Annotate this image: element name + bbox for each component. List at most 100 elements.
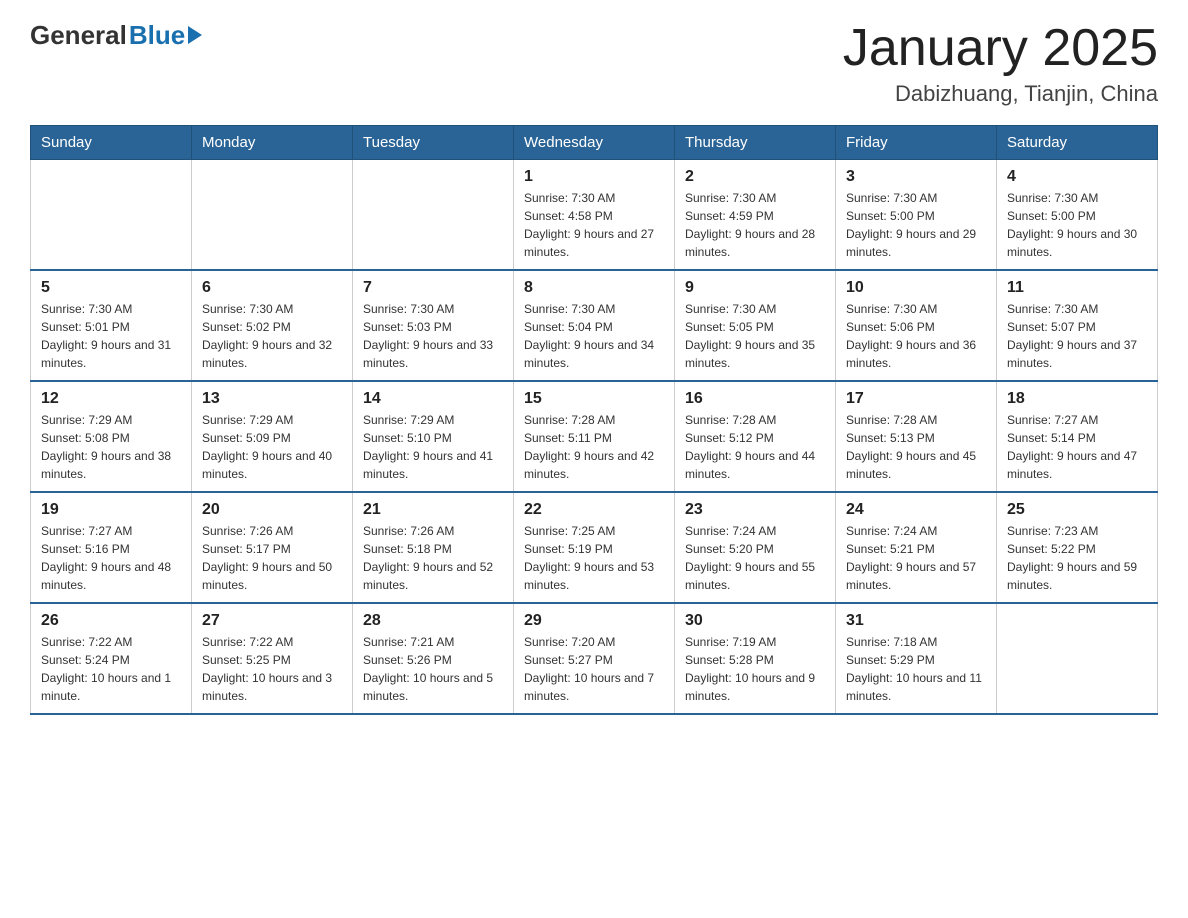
calendar-cell: 20 Sunrise: 7:26 AMSunset: 5:17 PMDayligh… bbox=[192, 492, 353, 603]
day-info: Sunrise: 7:29 AMSunset: 5:09 PMDaylight:… bbox=[202, 411, 342, 483]
header-day-tuesday: Tuesday bbox=[353, 126, 514, 160]
calendar-cell: 26 Sunrise: 7:22 AMSunset: 5:24 PMDayligh… bbox=[31, 603, 192, 714]
day-info: Sunrise: 7:30 AMSunset: 5:05 PMDaylight:… bbox=[685, 300, 825, 372]
day-number: 22 bbox=[524, 501, 664, 519]
calendar-cell: 14Sunrise: 7:29 AMSunset: 5:10 PMDayligh… bbox=[353, 381, 514, 492]
header-day-friday: Friday bbox=[836, 126, 997, 160]
day-number: 13 bbox=[202, 390, 342, 408]
day-number: 4 bbox=[1007, 168, 1147, 186]
calendar-cell bbox=[31, 160, 192, 271]
calendar-cell bbox=[353, 160, 514, 271]
day-info: Sunrise: 7:22 AMSunset: 5:24 PMDaylight:… bbox=[41, 633, 181, 705]
logo: General Blue bbox=[30, 20, 202, 51]
day-info: Sunrise: 7:29 AMSunset: 5:10 PMDaylight:… bbox=[363, 411, 503, 483]
day-number: 2 bbox=[685, 168, 825, 186]
day-number: 30 bbox=[685, 612, 825, 630]
day-info: Sunrise: 7:26 AMSunset: 5:17 PMDaylight:… bbox=[202, 522, 342, 594]
calendar-cell: 16 Sunrise: 7:28 AMSunset: 5:12 PMDayligh… bbox=[675, 381, 836, 492]
day-number: 16 bbox=[685, 390, 825, 408]
month-title: January 2025 bbox=[843, 20, 1158, 77]
week-row-0: 1Sunrise: 7:30 AMSunset: 4:58 PMDaylight… bbox=[31, 160, 1158, 271]
day-number: 24 bbox=[846, 501, 986, 519]
day-info: Sunrise: 7:23 AMSunset: 5:22 PMDaylight:… bbox=[1007, 522, 1147, 594]
calendar-cell: 18 Sunrise: 7:27 AMSunset: 5:14 PMDayligh… bbox=[997, 381, 1158, 492]
calendar-body: 1Sunrise: 7:30 AMSunset: 4:58 PMDaylight… bbox=[31, 160, 1158, 715]
day-info: Sunrise: 7:27 AMSunset: 5:14 PMDaylight:… bbox=[1007, 411, 1147, 483]
calendar-cell: 31Sunrise: 7:18 AMSunset: 5:29 PMDayligh… bbox=[836, 603, 997, 714]
header-day-monday: Monday bbox=[192, 126, 353, 160]
calendar-cell: 15 Sunrise: 7:28 AMSunset: 5:11 PMDayligh… bbox=[514, 381, 675, 492]
day-info: Sunrise: 7:30 AMSunset: 5:01 PMDaylight:… bbox=[41, 300, 181, 372]
calendar-cell: 25 Sunrise: 7:23 AMSunset: 5:22 PMDayligh… bbox=[997, 492, 1158, 603]
day-number: 20 bbox=[202, 501, 342, 519]
day-number: 8 bbox=[524, 279, 664, 297]
day-number: 19 bbox=[41, 501, 181, 519]
calendar-cell: 4 Sunrise: 7:30 AMSunset: 5:00 PMDaylight… bbox=[997, 160, 1158, 271]
day-info: Sunrise: 7:29 AMSunset: 5:08 PMDaylight:… bbox=[41, 411, 181, 483]
day-number: 27 bbox=[202, 612, 342, 630]
calendar-cell: 29Sunrise: 7:20 AMSunset: 5:27 PMDayligh… bbox=[514, 603, 675, 714]
calendar-cell: 5 Sunrise: 7:30 AMSunset: 5:01 PMDaylight… bbox=[31, 270, 192, 381]
calendar-cell: 7Sunrise: 7:30 AMSunset: 5:03 PMDaylight… bbox=[353, 270, 514, 381]
day-info: Sunrise: 7:30 AMSunset: 5:06 PMDaylight:… bbox=[846, 300, 986, 372]
day-info: Sunrise: 7:30 AMSunset: 5:02 PMDaylight:… bbox=[202, 300, 342, 372]
day-info: Sunrise: 7:25 AMSunset: 5:19 PMDaylight:… bbox=[524, 522, 664, 594]
header-day-sunday: Sunday bbox=[31, 126, 192, 160]
day-number: 29 bbox=[524, 612, 664, 630]
day-info: Sunrise: 7:28 AMSunset: 5:13 PMDaylight:… bbox=[846, 411, 986, 483]
day-info: Sunrise: 7:28 AMSunset: 5:12 PMDaylight:… bbox=[685, 411, 825, 483]
header-day-wednesday: Wednesday bbox=[514, 126, 675, 160]
day-info: Sunrise: 7:30 AMSunset: 5:00 PMDaylight:… bbox=[1007, 189, 1147, 261]
page-header: General Blue January 2025 Dabizhuang, Ti… bbox=[30, 20, 1158, 107]
day-info: Sunrise: 7:24 AMSunset: 5:21 PMDaylight:… bbox=[846, 522, 986, 594]
calendar-cell: 17 Sunrise: 7:28 AMSunset: 5:13 PMDayligh… bbox=[836, 381, 997, 492]
header-day-saturday: Saturday bbox=[997, 126, 1158, 160]
calendar-cell: 10 Sunrise: 7:30 AMSunset: 5:06 PMDayligh… bbox=[836, 270, 997, 381]
day-info: Sunrise: 7:30 AMSunset: 5:07 PMDaylight:… bbox=[1007, 300, 1147, 372]
calendar-cell bbox=[997, 603, 1158, 714]
week-row-1: 5 Sunrise: 7:30 AMSunset: 5:01 PMDaylight… bbox=[31, 270, 1158, 381]
week-row-4: 26 Sunrise: 7:22 AMSunset: 5:24 PMDayligh… bbox=[31, 603, 1158, 714]
day-info: Sunrise: 7:26 AMSunset: 5:18 PMDaylight:… bbox=[363, 522, 503, 594]
title-block: January 2025 Dabizhuang, Tianjin, China bbox=[843, 20, 1158, 107]
location-title: Dabizhuang, Tianjin, China bbox=[843, 81, 1158, 107]
day-info: Sunrise: 7:30 AMSunset: 5:00 PMDaylight:… bbox=[846, 189, 986, 261]
day-info: Sunrise: 7:19 AMSunset: 5:28 PMDaylight:… bbox=[685, 633, 825, 705]
calendar-cell: 23 Sunrise: 7:24 AMSunset: 5:20 PMDayligh… bbox=[675, 492, 836, 603]
day-number: 26 bbox=[41, 612, 181, 630]
calendar-cell: 3Sunrise: 7:30 AMSunset: 5:00 PMDaylight… bbox=[836, 160, 997, 271]
day-number: 18 bbox=[1007, 390, 1147, 408]
day-number: 6 bbox=[202, 279, 342, 297]
day-number: 17 bbox=[846, 390, 986, 408]
calendar-cell: 6 Sunrise: 7:30 AMSunset: 5:02 PMDaylight… bbox=[192, 270, 353, 381]
day-number: 15 bbox=[524, 390, 664, 408]
day-info: Sunrise: 7:28 AMSunset: 5:11 PMDaylight:… bbox=[524, 411, 664, 483]
day-info: Sunrise: 7:24 AMSunset: 5:20 PMDaylight:… bbox=[685, 522, 825, 594]
day-number: 7 bbox=[363, 279, 503, 297]
week-row-2: 12Sunrise: 7:29 AMSunset: 5:08 PMDayligh… bbox=[31, 381, 1158, 492]
calendar-cell: 19 Sunrise: 7:27 AMSunset: 5:16 PMDayligh… bbox=[31, 492, 192, 603]
day-number: 28 bbox=[363, 612, 503, 630]
calendar-cell: 9 Sunrise: 7:30 AMSunset: 5:05 PMDaylight… bbox=[675, 270, 836, 381]
day-info: Sunrise: 7:30 AMSunset: 5:04 PMDaylight:… bbox=[524, 300, 664, 372]
header-day-thursday: Thursday bbox=[675, 126, 836, 160]
header-row: SundayMondayTuesdayWednesdayThursdayFrid… bbox=[31, 126, 1158, 160]
day-number: 5 bbox=[41, 279, 181, 297]
day-number: 9 bbox=[685, 279, 825, 297]
calendar-header: SundayMondayTuesdayWednesdayThursdayFrid… bbox=[31, 126, 1158, 160]
day-info: Sunrise: 7:27 AMSunset: 5:16 PMDaylight:… bbox=[41, 522, 181, 594]
day-number: 31 bbox=[846, 612, 986, 630]
day-number: 25 bbox=[1007, 501, 1147, 519]
calendar-cell: 12Sunrise: 7:29 AMSunset: 5:08 PMDayligh… bbox=[31, 381, 192, 492]
day-info: Sunrise: 7:22 AMSunset: 5:25 PMDaylight:… bbox=[202, 633, 342, 705]
calendar-cell: 11Sunrise: 7:30 AMSunset: 5:07 PMDayligh… bbox=[997, 270, 1158, 381]
day-number: 10 bbox=[846, 279, 986, 297]
calendar-cell: 27 Sunrise: 7:22 AMSunset: 5:25 PMDayligh… bbox=[192, 603, 353, 714]
day-number: 23 bbox=[685, 501, 825, 519]
calendar-cell: 21Sunrise: 7:26 AMSunset: 5:18 PMDayligh… bbox=[353, 492, 514, 603]
calendar-table: SundayMondayTuesdayWednesdayThursdayFrid… bbox=[30, 125, 1158, 715]
calendar-cell bbox=[192, 160, 353, 271]
logo-arrow-icon bbox=[188, 26, 202, 44]
calendar-cell: 8 Sunrise: 7:30 AMSunset: 5:04 PMDaylight… bbox=[514, 270, 675, 381]
logo-general-text: General bbox=[30, 20, 127, 51]
